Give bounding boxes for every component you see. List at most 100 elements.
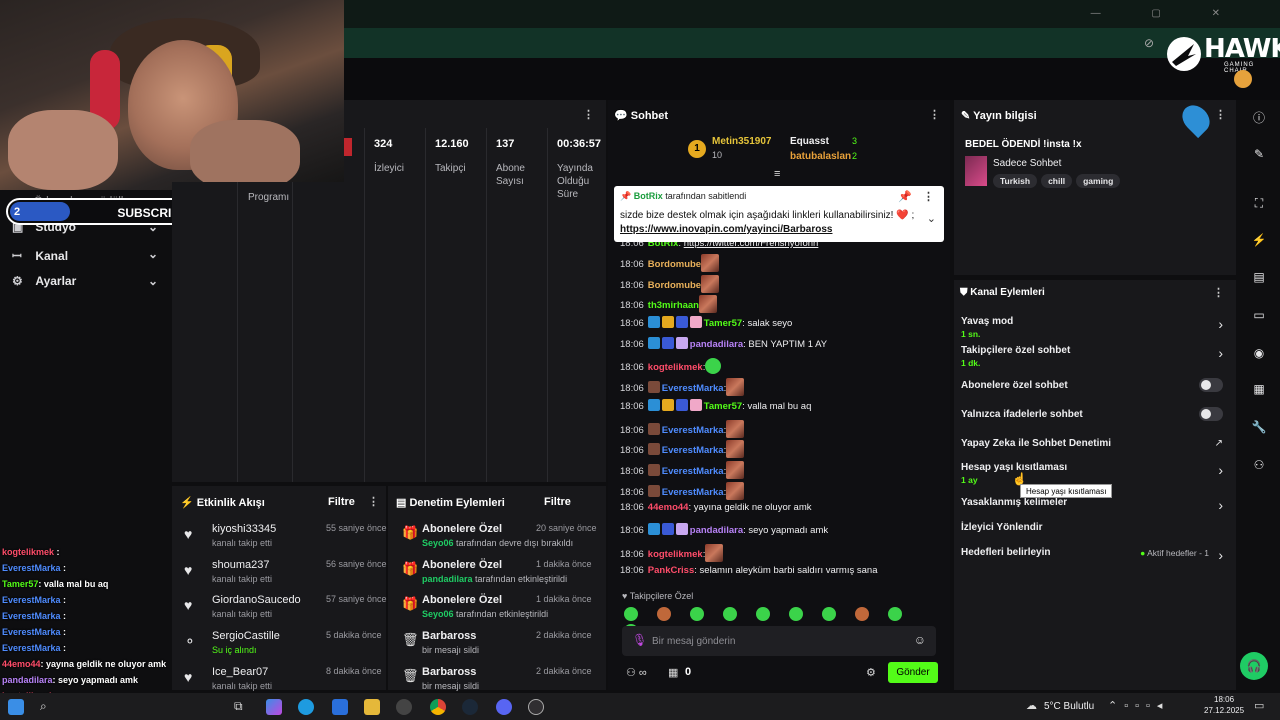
clock-date[interactable]: 27.12.2025 (1204, 706, 1244, 715)
subscribers-only-row: Abonelere özel sohbet (961, 378, 1229, 410)
windows-start-icon[interactable] (8, 699, 24, 715)
fullscreen-icon[interactable]: ⛶ (1250, 194, 1268, 212)
chat-username[interactable]: Tamer57 (704, 318, 742, 329)
chat-username[interactable]: pandadilara (690, 339, 743, 350)
tag[interactable]: chill (1041, 174, 1073, 188)
chat-message: 18:06 Tamer57: salak seyo (620, 316, 940, 336)
trash-icon: 🗑 (402, 668, 419, 683)
subscribers-only-toggle[interactable] (1199, 378, 1223, 392)
people-icon[interactable]: ⚇ (1250, 456, 1268, 474)
xbox-icon[interactable] (396, 699, 412, 715)
info-icon[interactable]: ⓘ (1250, 109, 1268, 127)
message-text: : valla mal bu aq (742, 400, 812, 412)
weather-text[interactable]: 5°C Bulutlu (1044, 701, 1094, 712)
send-button[interactable]: Gönder (888, 662, 938, 683)
follower-name[interactable]: SergioCastille (212, 630, 280, 642)
nav-item-settings[interactable]: ⚙ Ayarlar ⌄ (12, 274, 162, 294)
chat-username[interactable]: EverestMarka (662, 487, 724, 498)
search-icon[interactable]: ⌕ (40, 699, 56, 715)
chrome-icon[interactable] (430, 699, 446, 715)
activity-filter-button[interactable]: Filtre (328, 496, 355, 508)
follower-name[interactable]: kiyoshi33345 (212, 523, 276, 535)
notification-icon[interactable]: ▭ (1254, 699, 1264, 712)
chat-menu-icon[interactable]: ⋮ (929, 108, 940, 121)
store-icon[interactable] (332, 699, 348, 715)
copilot-icon[interactable] (266, 699, 282, 715)
followers-only-row[interactable]: Takipçilere özel sohbet 1 dk. › (961, 345, 1229, 375)
chat-username[interactable]: kogtelikmek (648, 549, 703, 560)
follower-name[interactable]: Ice_Bear07 (212, 666, 268, 678)
gift-box-icon[interactable]: ▦ (668, 666, 678, 679)
top-gifter-2[interactable]: Equasst 3 (778, 136, 878, 148)
log-icon: ▤ (396, 497, 407, 509)
chevron-right-icon: › (1218, 345, 1223, 361)
top-gifter-1[interactable]: 1 Metin351907 10 (688, 136, 778, 164)
expand-icon[interactable]: ⌄ (927, 212, 936, 225)
chat-username[interactable]: EverestMarka (662, 445, 724, 456)
layout-icon[interactable]: ▦ (1250, 380, 1268, 398)
document-icon[interactable]: ▤ (1250, 268, 1268, 286)
mic-icon[interactable]: 🎙 (632, 633, 647, 647)
chat-username[interactable]: EverestMarka (662, 383, 724, 394)
wrench-icon[interactable]: 🔧 (1250, 418, 1268, 436)
chat-username[interactable]: Bordomube (648, 259, 701, 270)
task-view-icon[interactable]: ⧉ (234, 699, 250, 715)
tray-icons[interactable]: ⌃▫▫▫◂ (1108, 699, 1169, 712)
obs-icon[interactable] (528, 699, 544, 715)
lightning-icon[interactable]: ⚡ (1250, 231, 1268, 249)
browser-toolbar (344, 28, 1280, 58)
clock-time[interactable]: 18:06 (1214, 695, 1234, 704)
filter-icon[interactable]: ≡ (774, 168, 780, 180)
activity-menu-icon[interactable]: ⋮ (368, 495, 379, 508)
follower-name[interactable]: shouma237 (212, 559, 270, 571)
stats-menu-icon[interactable]: ⋮ (583, 108, 594, 121)
chat-username[interactable]: th3mirhaan (648, 300, 699, 311)
nav-item-channel[interactable]: ꟷ Kanal ⌄ (12, 247, 162, 267)
chat-username[interactable]: Tamer57 (704, 401, 742, 412)
action-name: Abonelere Özel (422, 559, 503, 571)
tag[interactable]: gaming (1076, 174, 1121, 188)
slow-mode-row[interactable]: Yavaş mod 1 sn. › (961, 316, 1229, 346)
pinned-menu-icon[interactable]: ⋮ (923, 190, 934, 203)
pinned-link[interactable]: https://www.inovapin.com/yayinci/Barbaro… (620, 224, 832, 235)
chat-username[interactable]: PankCriss (648, 565, 694, 576)
people-icon[interactable]: ⚇ ∞ (626, 666, 647, 679)
stat-value: 12.160 (435, 138, 469, 150)
broadcast-icon[interactable]: ◉ (1250, 344, 1268, 362)
category-name[interactable]: Sadece Sohbet (993, 158, 1061, 169)
moderation-filter-button[interactable]: Filtre (544, 496, 571, 508)
emoji-icon[interactable]: ☺ (914, 633, 926, 647)
chat-message: 18:06 Bordomube (620, 274, 940, 295)
pencil-icon[interactable]: ✎ (1250, 145, 1268, 163)
stream-info-menu-icon[interactable]: ⋮ (1215, 108, 1226, 121)
window-controls[interactable]: — ▢ ✕ (1091, 8, 1244, 19)
emote-icon (705, 357, 722, 374)
chat-settings-icon[interactable]: ⚙ (866, 666, 876, 679)
chat-username[interactable]: kogtelikmek (648, 362, 703, 373)
emote-only-toggle[interactable] (1199, 407, 1223, 421)
steam-icon[interactable] (462, 699, 478, 715)
chat-username[interactable]: pandadilara (690, 525, 743, 536)
user-badge-icon (647, 464, 660, 476)
avatar[interactable] (1234, 70, 1252, 88)
goals-row[interactable]: Hedefleri belirleyin ● Aktif hedefler - … (961, 547, 1229, 577)
edge-icon[interactable] (298, 699, 314, 715)
discord-icon[interactable] (496, 699, 512, 715)
chat-input[interactable] (652, 632, 902, 650)
chat-username[interactable]: EverestMarka (662, 425, 724, 436)
gifter-name: Metin351907 (712, 136, 772, 147)
chat-icon[interactable]: ▭ (1250, 306, 1268, 324)
channel-actions-menu-icon[interactable]: ⋮ (1213, 286, 1224, 299)
top-gifter-3[interactable]: batubalaslan 2 (778, 151, 878, 163)
hide-icon[interactable]: ⊘ (1144, 36, 1154, 50)
folder-icon[interactable] (364, 699, 380, 715)
support-icon[interactable]: 🎧 (1240, 652, 1268, 680)
chat-username[interactable]: EverestMarka (662, 466, 724, 477)
tag[interactable]: Turkish (993, 174, 1038, 188)
edit-icon: ✎ (961, 110, 971, 122)
unpin-icon[interactable]: 📌 (898, 190, 912, 203)
follower-name[interactable]: GiordanoSaucedo (212, 594, 301, 606)
chat-message: 18:06 kogtelikmek: (620, 357, 940, 378)
chat-username[interactable]: Bordomube (648, 280, 701, 291)
chat-username[interactable]: 44emo44 (648, 502, 689, 513)
